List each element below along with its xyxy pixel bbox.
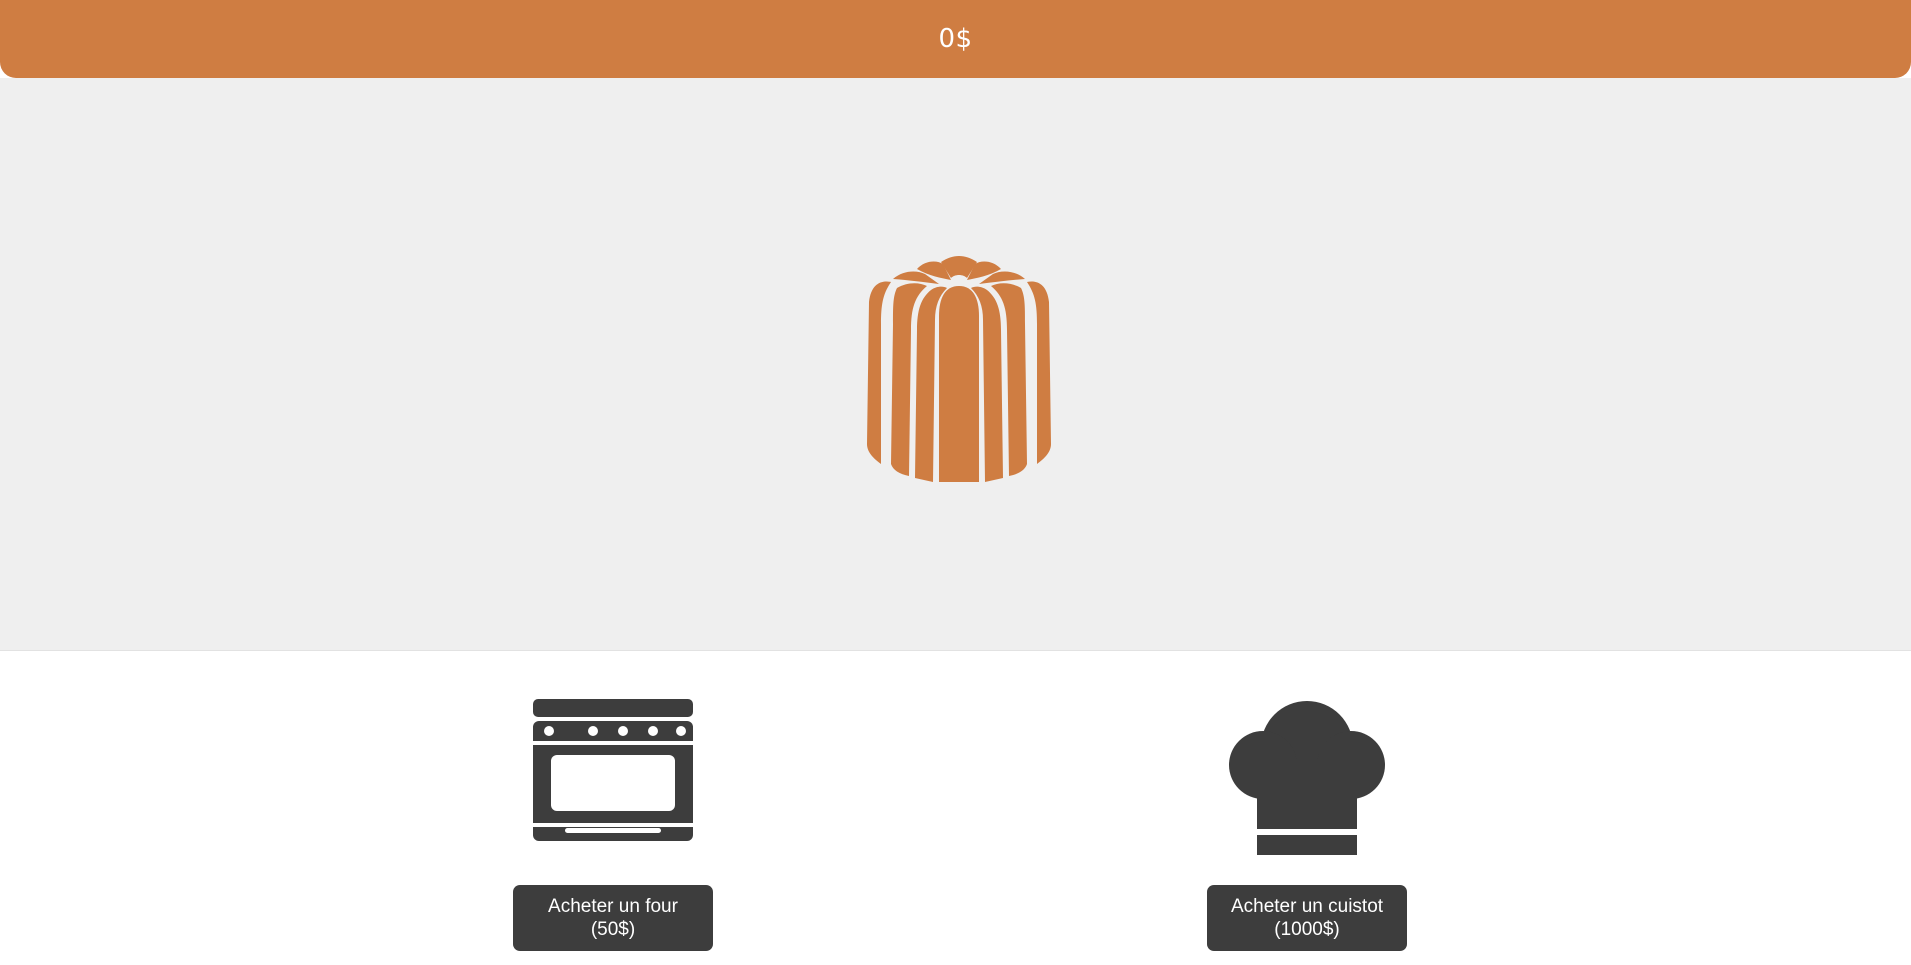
canele-icon[interactable] bbox=[867, 254, 1051, 484]
buy-oven-price: (50$) bbox=[590, 919, 636, 940]
balance-bar: 0$ bbox=[0, 0, 1911, 78]
canele-stage bbox=[0, 78, 1911, 651]
shop-section: Acheter un four (50$) Acheter un cuistot… bbox=[0, 651, 1911, 965]
oven-icon bbox=[533, 699, 693, 841]
balance-display: 0$ bbox=[938, 24, 973, 54]
buy-chef-label: Acheter un cuistot bbox=[1230, 896, 1384, 917]
buy-chef-button[interactable]: Acheter un cuistot (1000$) bbox=[1207, 885, 1407, 951]
buy-oven-label: Acheter un four bbox=[548, 896, 678, 917]
buy-chef-price: (1000$) bbox=[1274, 919, 1340, 940]
shop-item-oven: Acheter un four (50$) bbox=[503, 651, 723, 965]
buy-oven-button[interactable]: Acheter un four (50$) bbox=[513, 885, 713, 951]
chef-hat-icon bbox=[1229, 701, 1385, 855]
shop-item-chef: Acheter un cuistot (1000$) bbox=[1197, 651, 1417, 965]
